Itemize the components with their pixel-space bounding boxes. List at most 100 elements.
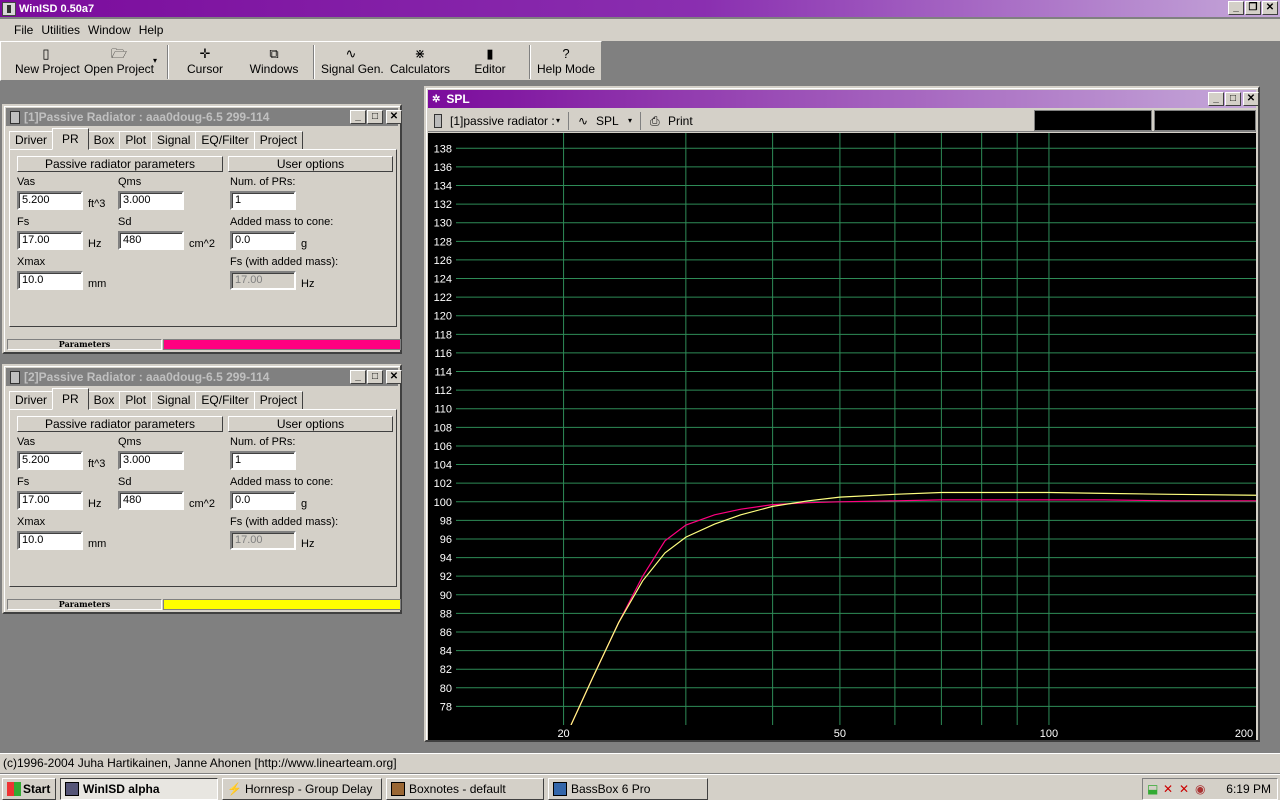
dropdown-arrow-icon[interactable]: ▾ [153,56,157,65]
print-button[interactable]: Print [668,113,693,129]
close-icon[interactable]: ✕ [386,370,402,384]
qms-field[interactable]: 3.000 [118,191,184,210]
minimize-icon[interactable]: _ [350,110,366,124]
qms-field[interactable]: 3.000 [118,451,184,470]
added-mass-field[interactable]: 0.0 [230,231,296,250]
minimize-icon[interactable]: _ [350,370,366,384]
cursor-button[interactable]: ✛ Cursor [179,45,231,79]
pr-panel: Passive radiator parameters User options… [9,149,397,327]
window-icon[interactable] [10,370,20,384]
menu-help[interactable]: Help [135,23,168,37]
tab-box[interactable]: Box [87,131,121,150]
close-icon[interactable]: ✕ [1243,92,1259,106]
tab-project[interactable]: Project [253,131,304,150]
menu-file[interactable]: File [10,23,37,37]
section-user-options[interactable]: User options [228,156,393,172]
xmax-field[interactable]: 10.0 [17,531,83,550]
section-user-options[interactable]: User options [228,416,393,432]
sd-field[interactable]: 480 [118,491,184,510]
added-mass-field[interactable]: 0.0 [230,491,296,510]
restore-icon[interactable]: ❐ [1245,1,1261,15]
tab-project[interactable]: Project [253,391,304,410]
num-prs-field[interactable]: 1 [230,451,296,470]
fs-field[interactable]: 17.00 [17,491,83,510]
xmax-unit: mm [88,278,107,290]
passive-radiator-window-2: [2]Passive Radiator : aaa0doug-6.5 299-1… [2,364,402,614]
vas-field[interactable]: 5.200 [17,191,83,210]
section-pr-parameters[interactable]: Passive radiator parameters [17,156,223,172]
app-title-bar: WinISD 0.50a7 _ ❐ ✕ [0,0,1280,17]
tab-plot[interactable]: Plot [119,131,153,150]
y-tick-label: 102 [434,478,452,490]
project-select[interactable]: [1]passive radiator : [450,113,555,129]
maximize-icon[interactable]: □ [367,370,383,384]
tab-box[interactable]: Box [87,391,121,410]
sd-unit: cm^2 [189,238,215,250]
xmax-unit: mm [88,538,107,550]
new-project-button[interactable]: ▯ New Project [15,45,80,79]
tab-eq-filter[interactable]: EQ/Filter [195,391,255,410]
tab-eq-filter[interactable]: EQ/Filter [195,131,255,150]
sd-field[interactable]: 480 [118,231,184,250]
tab-driver[interactable]: Driver [9,131,53,150]
task-boxnotes[interactable]: Boxnotes - default [386,778,544,800]
dropdown-arrow-icon[interactable]: ▾ [556,113,560,129]
vas-unit: ft^3 [88,198,106,210]
spl-chart[interactable]: 78 80 82 84 86 88 90 92 94 96 98 100 102 104 106 108 110… [428,133,1259,740]
spl-plot-area[interactable]: 78 80 82 84 86 88 90 92 94 96 98 100 102 104 106 108 110… [428,133,1259,740]
tab-plot[interactable]: Plot [119,391,153,410]
start-button[interactable]: Start [2,778,56,800]
task-hornresp[interactable]: ⚡ Hornresp - Group Delay [222,778,382,800]
tab-signal[interactable]: Signal [151,131,197,150]
tray-network-icon[interactable]: ⬓ [1147,779,1158,799]
editor-button[interactable]: ▮ Editor [469,45,511,79]
signal-gen-button[interactable]: ∿ Signal Gen. [321,45,384,79]
tab-pr[interactable]: PR [52,128,89,150]
windows-icon: ⧉ [269,46,279,61]
xmax-field[interactable]: 10.0 [17,271,83,290]
help-icon: ? [562,46,570,61]
tray-disconnect-icon[interactable]: ✕ [1163,779,1173,799]
calculator-icon: ⋇ [414,46,426,61]
y-tick-label: 126 [434,255,452,267]
window-title: SPL [446,92,470,106]
calculators-button[interactable]: ⋇ Calculators [389,45,451,79]
menu-window[interactable]: Window [84,23,135,37]
maximize-icon[interactable]: □ [367,110,383,124]
minimize-icon[interactable]: _ [1228,1,1244,15]
window-status-row: Parameters [7,339,401,350]
num-prs-field[interactable]: 1 [230,191,296,210]
tray-disconnect-icon[interactable]: ✕ [1179,779,1189,799]
tab-driver[interactable]: Driver [9,391,53,410]
window-caption: ✲ SPL _ □ ✕ [428,90,1259,108]
tab-pr[interactable]: PR [52,388,89,410]
help-mode-button[interactable]: ? Help Mode [537,45,595,79]
window-status-row: Parameters [7,599,401,610]
close-icon[interactable]: ✕ [1262,1,1278,15]
vas-field[interactable]: 5.200 [17,451,83,470]
task-bassbox[interactable]: BassBox 6 Pro [548,778,708,800]
close-icon[interactable]: ✕ [386,110,402,124]
app-icon[interactable] [2,1,16,16]
minimize-icon[interactable]: _ [1208,92,1224,106]
window-icon[interactable] [10,110,20,124]
plot-select[interactable]: SPL [596,113,619,129]
tray-speaker-icon[interactable]: ◉ [1195,779,1205,799]
section-pr-parameters[interactable]: Passive radiator parameters [17,416,223,432]
fs-added-mass-field: 17.00 [230,531,296,550]
fs-added-mass-field: 17.00 [230,271,296,290]
windows-button[interactable]: ⧉ Windows [247,45,301,79]
hornresp-icon: ⚡ [227,782,242,796]
maximize-icon[interactable]: □ [1225,92,1241,106]
menu-utilities[interactable]: Utilities [37,23,84,37]
tab-signal[interactable]: Signal [151,391,197,410]
graph-window-icon[interactable]: ✲ [432,94,440,105]
project-icon [434,114,442,128]
dropdown-arrow-icon[interactable]: ▾ [628,113,632,129]
pr-panel: Passive radiator parameters User options… [9,409,397,587]
spl-toolbar: [1]passive radiator : ▾ ∿ SPL ▾ ⎙ Print [428,110,1256,132]
open-project-button[interactable]: 🗁 Open Project [83,45,155,79]
fs-field[interactable]: 17.00 [17,231,83,250]
task-winisd[interactable]: WinISD alpha [60,778,218,800]
x-tick-label: 200 [1235,728,1253,740]
